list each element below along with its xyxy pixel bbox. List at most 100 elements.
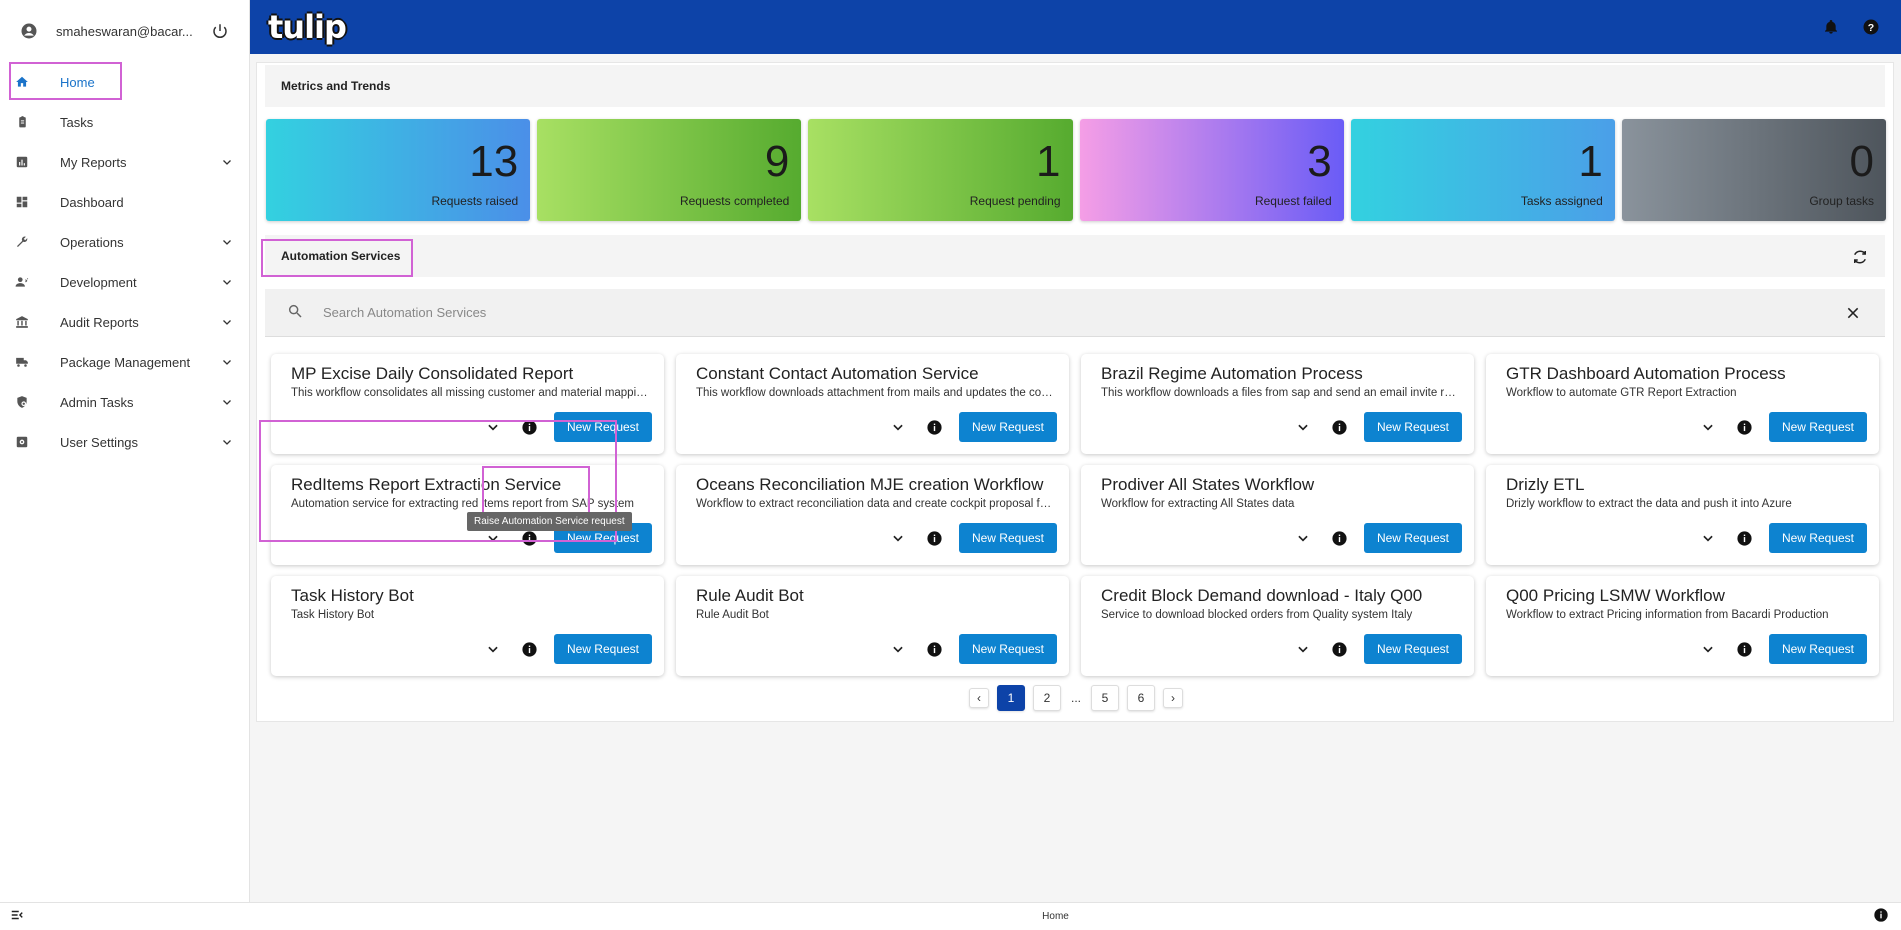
sidebar-item-development[interactable]: Development xyxy=(0,262,249,302)
sidebar-item-admin-tasks[interactable]: Admin Tasks xyxy=(0,382,249,422)
sidebar-item-audit-reports[interactable]: Audit Reports xyxy=(0,302,249,342)
info-icon[interactable] xyxy=(923,416,945,438)
service-card: Task History Bot Task History Bot New Requ… xyxy=(271,576,664,676)
sidebar-item-label: Home xyxy=(60,74,95,90)
chevron-down-icon[interactable] xyxy=(219,314,235,330)
collapse-menu-icon[interactable] xyxy=(10,908,24,925)
new-request-button[interactable]: New Request xyxy=(1769,523,1867,553)
info-icon[interactable] xyxy=(923,527,945,549)
info-icon[interactable] xyxy=(1733,638,1755,660)
new-request-button[interactable]: New Request xyxy=(1364,634,1462,664)
service-title: Constant Contact Automation Service xyxy=(696,364,979,383)
chevron-down-icon[interactable] xyxy=(219,394,235,410)
service-actions: New Request xyxy=(1697,634,1867,664)
service-description: Workflow to extract Pricing information … xyxy=(1506,609,1829,621)
home-panel: Metrics and Trends 13 Requests raised 9 Req… xyxy=(256,62,1894,722)
search-input[interactable] xyxy=(323,305,1843,320)
service-title: Oceans Reconciliation MJE creation Workf… xyxy=(696,475,1044,494)
metric-card[interactable]: 9 Requests completed xyxy=(537,119,802,221)
chevron-down-icon[interactable] xyxy=(219,274,235,290)
service-title: RedItems Report Extraction Service xyxy=(291,475,562,494)
metric-card[interactable]: 1 Request pending xyxy=(808,119,1073,221)
dashboard-icon xyxy=(14,194,30,210)
page-2-button[interactable]: 2 xyxy=(1033,685,1061,711)
new-request-button[interactable]: New Request xyxy=(959,412,1057,442)
sidebar-item-label: Tasks xyxy=(60,114,94,130)
metric-label: Tasks assigned xyxy=(1520,194,1603,208)
sidebar-item-operations[interactable]: Operations xyxy=(0,222,249,262)
page-1-button[interactable]: 1 xyxy=(997,685,1025,711)
prev-page-button[interactable]: ‹ xyxy=(969,688,989,708)
service-actions: New Request xyxy=(887,634,1057,664)
info-icon[interactable] xyxy=(518,416,540,438)
page-6-button[interactable]: 6 xyxy=(1127,685,1155,711)
expand-chevron-icon[interactable] xyxy=(1292,416,1314,438)
sidebar-item-label: User Settings xyxy=(60,434,139,450)
expand-chevron-icon[interactable] xyxy=(887,416,909,438)
expand-chevron-icon[interactable] xyxy=(482,416,504,438)
expand-chevron-icon[interactable] xyxy=(1697,527,1719,549)
automation-section-header: Automation Services xyxy=(265,235,1885,277)
clear-search-icon[interactable] xyxy=(1843,303,1863,323)
new-request-button[interactable]: New Request xyxy=(1364,412,1462,442)
info-icon[interactable] xyxy=(1328,638,1350,660)
power-icon[interactable] xyxy=(209,20,231,42)
service-title: Prodiver All States Workflow xyxy=(1101,475,1315,494)
help-icon[interactable]: ? xyxy=(1859,15,1883,39)
notification-bell-icon[interactable] xyxy=(1819,15,1843,39)
new-request-button[interactable]: New Request xyxy=(959,523,1057,553)
info-icon[interactable] xyxy=(923,638,945,660)
info-icon[interactable] xyxy=(1328,527,1350,549)
metric-value: 9 xyxy=(764,137,790,186)
new-request-button[interactable]: New Request xyxy=(1364,523,1462,553)
new-request-button[interactable]: New Request xyxy=(959,634,1057,664)
info-icon[interactable] xyxy=(1733,416,1755,438)
sidebar-item-user-settings[interactable]: User Settings xyxy=(0,422,249,462)
developer-icon xyxy=(14,274,30,290)
refresh-icon[interactable] xyxy=(1849,246,1871,268)
metric-card[interactable]: 3 Request failed xyxy=(1079,119,1344,221)
pagination: ‹ 1 2... 5 6 › xyxy=(257,685,1895,711)
chevron-down-icon[interactable] xyxy=(219,154,235,170)
user-email: smaheswaran@bacar... xyxy=(56,23,193,39)
metric-label: Requests raised xyxy=(431,194,519,208)
account-circle-icon[interactable] xyxy=(18,20,40,42)
chevron-down-icon[interactable] xyxy=(219,434,235,450)
expand-chevron-icon[interactable] xyxy=(887,638,909,660)
new-request-tooltip: Raise Automation Service request xyxy=(467,512,632,531)
svg-text:?: ? xyxy=(1868,22,1874,34)
info-icon[interactable] xyxy=(1328,416,1350,438)
sidebar-item-label: Dashboard xyxy=(60,194,124,210)
new-request-button[interactable]: New Request xyxy=(554,412,652,442)
next-page-button[interactable]: › xyxy=(1163,688,1183,708)
expand-chevron-icon[interactable] xyxy=(887,527,909,549)
service-description: Workflow to automate GTR Report Extracti… xyxy=(1506,387,1737,399)
chevron-down-icon[interactable] xyxy=(219,234,235,250)
sidebar-item-tasks[interactable]: Tasks xyxy=(0,102,249,142)
expand-chevron-icon[interactable] xyxy=(1292,638,1314,660)
metric-label: Requests completed xyxy=(679,194,790,208)
metric-card[interactable]: 1 Tasks assigned xyxy=(1350,119,1615,221)
footer-info-icon[interactable] xyxy=(1873,907,1889,926)
page-5-button[interactable]: 5 xyxy=(1091,685,1119,711)
expand-chevron-icon[interactable] xyxy=(1697,416,1719,438)
info-icon[interactable] xyxy=(518,638,540,660)
sidebar-item-my-reports[interactable]: My Reports xyxy=(0,142,249,182)
expand-chevron-icon[interactable] xyxy=(1292,527,1314,549)
pagination-ellipsis: ... xyxy=(1070,691,1081,705)
new-request-button[interactable]: New Request xyxy=(1769,412,1867,442)
expand-chevron-icon[interactable] xyxy=(482,638,504,660)
expand-chevron-icon[interactable] xyxy=(1697,638,1719,660)
new-request-button[interactable]: New Request xyxy=(554,634,652,664)
metric-card[interactable]: 0 Group tasks xyxy=(1621,119,1887,221)
sidebar-item-home[interactable]: Home xyxy=(0,62,249,102)
service-card: Q00 Pricing LSMW Workflow Workflow to ext… xyxy=(1486,576,1879,676)
info-icon[interactable] xyxy=(1733,527,1755,549)
metric-label: Group tasks xyxy=(1809,194,1875,208)
metric-card[interactable]: 13 Requests raised xyxy=(266,119,531,221)
sidebar-item-dashboard[interactable]: Dashboard xyxy=(0,182,249,222)
new-request-button[interactable]: New Request xyxy=(1769,634,1867,664)
app-logo[interactable]: tulip xyxy=(268,8,347,46)
chevron-down-icon[interactable] xyxy=(219,354,235,370)
sidebar-item-package-management[interactable]: Package Management xyxy=(0,342,249,382)
